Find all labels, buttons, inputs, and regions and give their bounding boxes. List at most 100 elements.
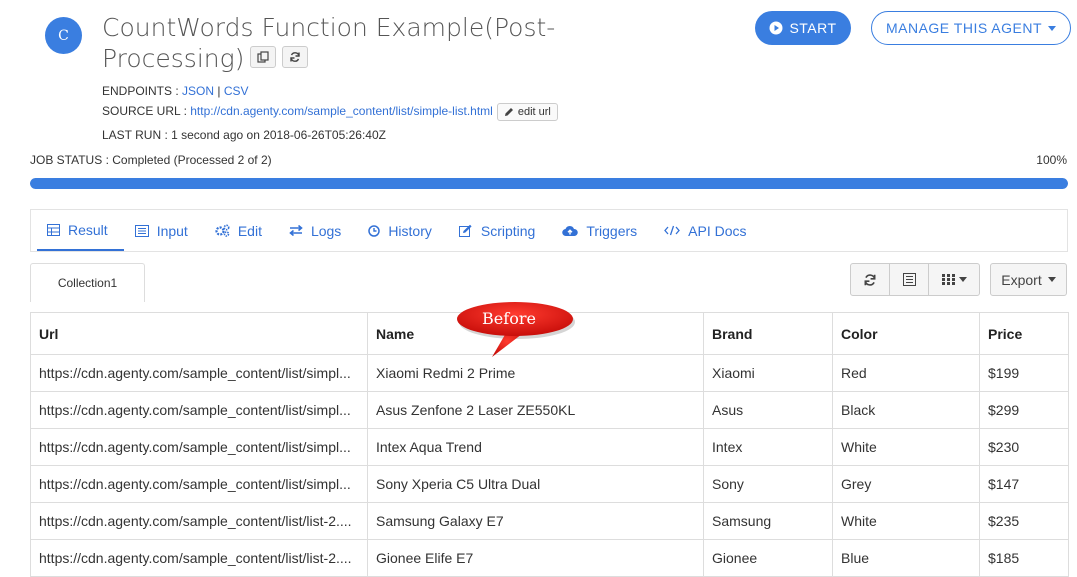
table-row[interactable]: https://cdn.agenty.com/sample_content/li… (30, 465, 1069, 503)
tab-logs-label: Logs (310, 222, 342, 239)
cell-color: Blue (832, 539, 980, 577)
collection-tab-label: Collection1 (57, 276, 118, 290)
endpoint-json-link[interactable]: JSON (182, 84, 214, 98)
export-label: Export (1001, 271, 1042, 288)
source-url-label: SOURCE URL : (102, 104, 191, 119)
cell-price: $147 (979, 465, 1069, 503)
grid-icon (941, 274, 955, 285)
tab-input-label: Input (156, 222, 188, 239)
job-progress-bar (30, 178, 1068, 189)
cell-brand: Intex (703, 428, 833, 466)
table-row[interactable]: https://cdn.agenty.com/sample_content/li… (30, 354, 1069, 392)
avatar-letter: C (58, 27, 69, 44)
page-title: CountWords Function Example(Post-Process… (102, 12, 572, 74)
cell-url: https://cdn.agenty.com/sample_content/li… (30, 354, 368, 392)
cell-name: Gionee Elife E7 (367, 539, 704, 577)
tab-edit[interactable]: Edit (205, 210, 278, 251)
manage-agent-button[interactable]: MANAGE THIS AGENT (871, 11, 1071, 45)
cell-brand: Xiaomi (703, 354, 833, 392)
columns-dropdown-button[interactable] (928, 263, 980, 296)
table-icon (47, 223, 60, 236)
cloud-upload-icon (562, 225, 579, 236)
start-button[interactable]: START (755, 11, 851, 45)
result-toolbar (850, 263, 980, 296)
cell-url: https://cdn.agenty.com/sample_content/li… (30, 465, 368, 503)
copy-button[interactable] (250, 46, 277, 68)
cell-brand: Gionee (703, 539, 833, 577)
tab-api-docs[interactable]: API Docs (654, 210, 762, 251)
tab-scripting-label: Scripting (480, 222, 536, 239)
endpoints-label: ENDPOINTS : (102, 84, 183, 98)
cell-color: White (832, 428, 980, 466)
page-title-text: CountWords Function Example(Post-Process… (102, 13, 556, 73)
cell-url: https://cdn.agenty.com/sample_content/li… (30, 391, 368, 429)
list-view-button[interactable] (889, 263, 929, 296)
column-header-color[interactable]: Color (832, 312, 980, 355)
exchange-icon (289, 225, 303, 236)
source-url-row: SOURCE URL : http://cdn.agenty.com/sampl… (102, 103, 558, 121)
clock-icon (368, 224, 381, 237)
chevron-down-icon (1047, 277, 1056, 282)
cell-name: Asus Zenfone 2 Laser ZE550KL (367, 391, 704, 429)
cell-color: Red (832, 354, 980, 392)
tab-logs[interactable]: Logs (279, 210, 357, 251)
tab-result-label: Result (68, 221, 108, 238)
tab-triggers[interactable]: Triggers (552, 210, 653, 251)
avatar: C (45, 17, 82, 54)
refresh-icon (290, 52, 301, 62)
job-percent: 100% (1036, 153, 1067, 167)
tab-bar: Result Input Edit Logs History Scripting… (30, 209, 1068, 252)
code-icon (664, 225, 681, 236)
endpoints-row: ENDPOINTS : JSON | CSV (102, 84, 249, 98)
cell-price: $299 (979, 391, 1069, 429)
cell-price: $230 (979, 428, 1069, 466)
table-body: https://cdn.agenty.com/sample_content/li… (30, 354, 1069, 577)
refresh-title-button[interactable] (282, 46, 309, 68)
refresh-icon (864, 273, 876, 286)
before-callout-text: Before (482, 309, 536, 328)
table-row[interactable]: https://cdn.agenty.com/sample_content/li… (30, 539, 1069, 577)
chevron-down-icon (958, 277, 967, 282)
cell-color: White (832, 502, 980, 540)
export-button[interactable]: Export (990, 263, 1067, 296)
cell-color: Black (832, 391, 980, 429)
cell-brand: Sony (703, 465, 833, 503)
start-label: START (789, 20, 837, 36)
column-header-price[interactable]: Price (979, 312, 1069, 355)
cell-name: Sony Xperia C5 Ultra Dual (367, 465, 704, 503)
cell-color: Grey (832, 465, 980, 503)
source-url-link[interactable]: http://cdn.agenty.com/sample_content/lis… (190, 104, 493, 118)
tab-edit-label: Edit (237, 222, 262, 239)
cell-url: https://cdn.agenty.com/sample_content/li… (30, 502, 368, 540)
column-header-brand[interactable]: Brand (703, 312, 833, 355)
pencil-icon (504, 108, 513, 116)
job-status-text: JOB STATUS : Completed (Processed 2 of 2… (30, 153, 272, 167)
edit-url-button[interactable]: edit url (496, 103, 558, 121)
cell-price: $185 (979, 539, 1069, 577)
tab-collection1[interactable]: Collection1 (30, 263, 145, 302)
manage-agent-label: MANAGE THIS AGENT (885, 20, 1043, 36)
job-progress-fill (30, 178, 1068, 189)
tab-api-docs-label: API Docs (688, 222, 747, 239)
cell-url: https://cdn.agenty.com/sample_content/li… (30, 428, 368, 466)
cell-url: https://cdn.agenty.com/sample_content/li… (30, 539, 368, 577)
tab-result[interactable]: Result (37, 210, 124, 251)
play-icon (769, 21, 783, 35)
table-row[interactable]: https://cdn.agenty.com/sample_content/li… (30, 502, 1069, 540)
list-alt-icon (902, 273, 916, 286)
tab-history[interactable]: History (358, 210, 448, 251)
refresh-button[interactable] (850, 263, 890, 296)
table-row[interactable]: https://cdn.agenty.com/sample_content/li… (30, 428, 1069, 466)
tab-input[interactable]: Input (125, 210, 204, 251)
tab-history-label: History (388, 222, 432, 239)
edit-icon (458, 224, 472, 237)
column-header-url[interactable]: Url (30, 312, 368, 355)
cell-name: Samsung Galaxy E7 (367, 502, 704, 540)
cell-brand: Asus (703, 391, 833, 429)
tab-triggers-label: Triggers (586, 222, 638, 239)
last-run-text: LAST RUN : 1 second ago on 2018-06-26T05… (102, 128, 386, 142)
endpoint-csv-link[interactable]: CSV (224, 84, 249, 98)
table-row[interactable]: https://cdn.agenty.com/sample_content/li… (30, 391, 1069, 429)
tab-scripting[interactable]: Scripting (449, 210, 551, 251)
cell-brand: Samsung (703, 502, 833, 540)
